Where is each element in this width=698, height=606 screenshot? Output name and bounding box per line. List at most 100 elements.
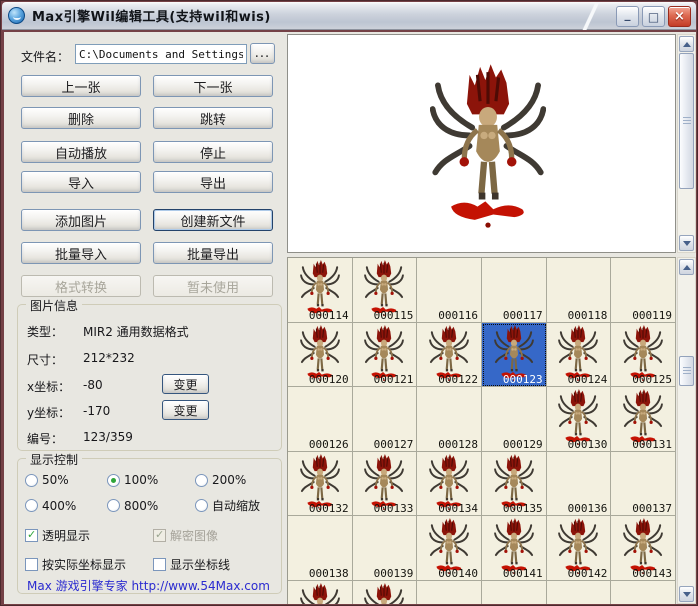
- thumbnail-000135[interactable]: 000135: [482, 452, 547, 517]
- thumbnail-000122[interactable]: 000122: [417, 323, 482, 388]
- batch-import-button[interactable]: 批量导入: [21, 242, 141, 264]
- grid-scrollbar-thumb[interactable]: [679, 356, 694, 386]
- add-image-button[interactable]: 添加图片: [21, 209, 141, 231]
- titlebar[interactable]: Max引擎Wil编辑工具(支持wil和wis) _ □ ×: [2, 2, 696, 30]
- thumbnail-000141[interactable]: 000141: [482, 516, 547, 581]
- batch-export-button[interactable]: 批量导出: [153, 242, 273, 264]
- thumbnail-000130[interactable]: 000130: [547, 387, 612, 452]
- radio-400[interactable]: 400%: [25, 497, 107, 514]
- thumbnail-cell[interactable]: [611, 581, 676, 605]
- thumbnail-000131[interactable]: 000131: [611, 387, 676, 452]
- grid-scroll-up-button[interactable]: [679, 259, 694, 275]
- jump-button[interactable]: 跳转: [153, 107, 273, 129]
- thumbnail-000134[interactable]: 000134: [417, 452, 482, 517]
- checkbox-label: 解密图像: [170, 527, 218, 544]
- preview-scrollbar[interactable]: [677, 34, 696, 253]
- thumbnail-000120[interactable]: 000120: [288, 323, 353, 388]
- radio-label: 400%: [42, 499, 76, 513]
- preview-pane[interactable]: [287, 34, 676, 253]
- import-button[interactable]: 导入: [21, 171, 141, 193]
- thumbnail-000139[interactable]: 000139: [353, 516, 418, 581]
- thumbnail-000143[interactable]: 000143: [611, 516, 676, 581]
- thumbnail-cell[interactable]: [353, 581, 418, 605]
- thumbnail-label: 000128: [438, 438, 478, 451]
- thumbnail-cell[interactable]: [417, 581, 482, 605]
- radio-800[interactable]: 800%: [107, 497, 195, 514]
- checkbox-coord-lines[interactable]: 显示坐标线: [153, 556, 275, 573]
- thumbnail-000133[interactable]: 000133: [353, 452, 418, 517]
- thumbnail-000115[interactable]: 000115: [353, 258, 418, 323]
- thumbnail-000128[interactable]: 000128: [417, 387, 482, 452]
- monster-sprite: [364, 583, 404, 605]
- thumbnail-label: 000136: [568, 502, 608, 515]
- arrow-down-icon: [683, 592, 691, 597]
- thumbnail-cell[interactable]: [288, 581, 353, 605]
- checkbox-label: 显示坐标线: [170, 556, 230, 573]
- thumbnail-000126[interactable]: 000126: [288, 387, 353, 452]
- preview-scrollbar-thumb[interactable]: [679, 53, 694, 189]
- change-y-button[interactable]: 变更: [162, 400, 209, 420]
- delete-button[interactable]: 删除: [21, 107, 141, 129]
- thumbnail-label: 000127: [374, 438, 414, 451]
- window-title: Max引擎Wil编辑工具(支持wil和wis): [32, 6, 271, 25]
- radio-label: 100%: [124, 473, 158, 487]
- thumbnail-000123[interactable]: 000123: [482, 323, 547, 388]
- checkbox-icon: [153, 558, 166, 571]
- maximize-button[interactable]: □: [642, 6, 665, 27]
- close-button[interactable]: ×: [668, 6, 691, 27]
- thumbnail-000127[interactable]: 000127: [353, 387, 418, 452]
- checkbox-label: 透明显示: [42, 527, 90, 544]
- thumbnail-cell[interactable]: [482, 581, 547, 605]
- checkbox-transparent[interactable]: 透明显示: [25, 527, 153, 544]
- thumbnail-000132[interactable]: 000132: [288, 452, 353, 517]
- thumbnail-000121[interactable]: 000121: [353, 323, 418, 388]
- browse-button[interactable]: ...: [250, 43, 275, 64]
- thumbnail-000116[interactable]: 000116: [417, 258, 482, 323]
- grid-scroll-down-button[interactable]: [679, 586, 694, 602]
- thumbnail-000142[interactable]: 000142: [547, 516, 612, 581]
- radio-200[interactable]: 200%: [195, 473, 275, 487]
- prev-button[interactable]: 上一张: [21, 75, 141, 97]
- thumbnail-label: 000137: [632, 502, 672, 515]
- thumbnail-label: 000124: [568, 373, 608, 386]
- radio-50[interactable]: 50%: [25, 473, 107, 487]
- thumbnail-000136[interactable]: 000136: [547, 452, 612, 517]
- preview-scroll-down-button[interactable]: [679, 235, 694, 251]
- info-number-row: 编号： 123/359: [27, 430, 63, 447]
- change-x-button[interactable]: 变更: [162, 374, 209, 394]
- thumbnail-000124[interactable]: 000124: [547, 323, 612, 388]
- export-button[interactable]: 导出: [153, 171, 273, 193]
- action-buttons: 上一张下一张删除跳转自动播放停止导入导出添加图片创建新文件批量导入批量导出格式转…: [21, 75, 273, 300]
- checkbox-icon: [25, 558, 38, 571]
- autoplay-button[interactable]: 自动播放: [21, 141, 141, 163]
- minimize-button[interactable]: _: [616, 6, 639, 27]
- thumbnail-000119[interactable]: 000119: [611, 258, 676, 323]
- thumbnail-000140[interactable]: 000140: [417, 516, 482, 581]
- create-file-button[interactable]: 创建新文件: [153, 209, 273, 231]
- preview-scroll-up-button[interactable]: [679, 36, 694, 52]
- checkbox-actual-coords[interactable]: 按实际坐标显示: [25, 556, 153, 573]
- stop-button[interactable]: 停止: [153, 141, 273, 163]
- website-link[interactable]: Max 游戏引擎专家 http://www.54Max.com: [27, 577, 270, 594]
- arrow-up-icon: [683, 265, 691, 270]
- y-coord-label: y坐标：: [27, 406, 70, 420]
- thumbnail-000114[interactable]: 000114: [288, 258, 353, 323]
- next-button[interactable]: 下一张: [153, 75, 273, 97]
- thumbnail-000137[interactable]: 000137: [611, 452, 676, 517]
- thumbnail-label: 000122: [438, 373, 478, 386]
- thumbnail-000118[interactable]: 000118: [547, 258, 612, 323]
- thumbnail-label: 000118: [568, 309, 608, 322]
- grid-scrollbar[interactable]: [677, 257, 696, 604]
- display-control-title: 显示控制: [26, 451, 82, 468]
- thumbnail-000125[interactable]: 000125: [611, 323, 676, 388]
- filename-input[interactable]: [75, 44, 247, 64]
- thumbnail-000138[interactable]: 000138: [288, 516, 353, 581]
- thumbnail-000129[interactable]: 000129: [482, 387, 547, 452]
- radio-auto[interactable]: 自动缩放: [195, 497, 275, 514]
- thumbnail-cell[interactable]: [547, 581, 612, 605]
- radio-100[interactable]: 100%: [107, 473, 195, 487]
- thumbnail-label: 000133: [374, 502, 414, 515]
- thumbnail-label: 000143: [632, 567, 672, 580]
- x-coord-value: -80: [83, 378, 103, 392]
- thumbnail-000117[interactable]: 000117: [482, 258, 547, 323]
